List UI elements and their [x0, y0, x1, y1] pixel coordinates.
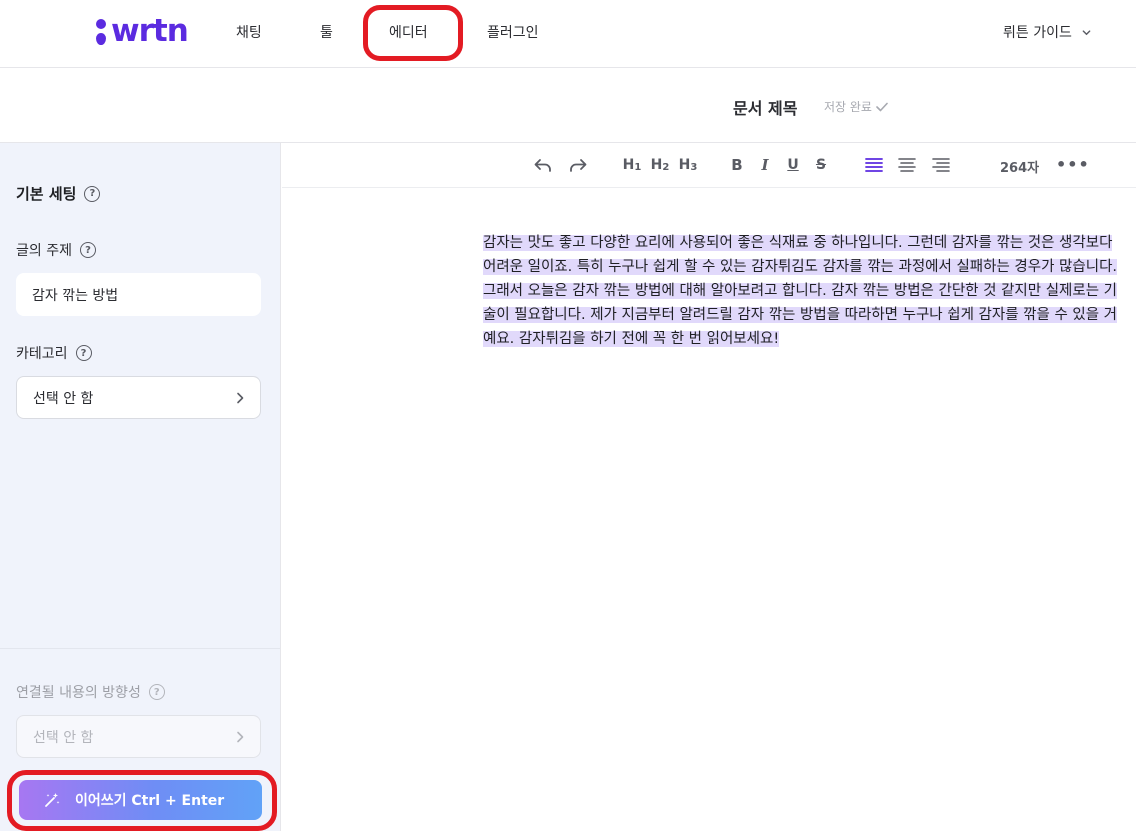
continue-writing-label: 이어쓰기 Ctrl + Enter [75, 793, 225, 809]
align-center-button[interactable] [897, 155, 917, 175]
basic-settings-title: 기본 세팅 ? [16, 183, 101, 204]
heading-2-button[interactable]: H2 [650, 155, 670, 175]
check-icon [876, 102, 888, 111]
heading-1-label: H [622, 157, 635, 173]
guide-menu[interactable]: 뤼튼 가이드 [1003, 22, 1091, 42]
italic-label: I [761, 156, 769, 174]
logo-text: wrtn [111, 13, 189, 49]
help-icon[interactable]: ? [84, 185, 101, 202]
editor-toolbar: H1 H2 H3 B I U S 264자 ••• [282, 143, 1136, 188]
topic-input[interactable]: 감자 깎는 방법 [16, 273, 261, 316]
heading-3-label: H [678, 157, 691, 173]
category-label-row: 카테고리 ? [16, 343, 92, 363]
heading-3-button[interactable]: H3 [678, 155, 698, 175]
topic-label: 글의 주제 [16, 243, 72, 259]
heading-3-level: 3 [690, 161, 698, 173]
category-value: 선택 안 함 [33, 390, 94, 407]
align-right-icon [932, 158, 950, 172]
topic-value: 감자 깎는 방법 [32, 287, 119, 304]
save-status-label: 저장 완료 [824, 100, 872, 114]
heading-1-level: 1 [634, 161, 642, 173]
align-left-button[interactable] [864, 155, 884, 175]
redo-icon [570, 159, 587, 172]
more-options-icon[interactable]: ••• [1056, 155, 1090, 174]
direction-label-row: 연결될 내용의 방향성 ? [16, 682, 165, 702]
italic-button[interactable]: I [756, 155, 774, 175]
direction-label: 연결될 내용의 방향성 [16, 685, 141, 701]
help-icon[interactable]: ? [148, 684, 165, 700]
basic-settings-label: 기본 세팅 [16, 185, 77, 203]
chevron-down-icon [1082, 29, 1091, 35]
document-title-bar: 문서 제목 저장 완료 [0, 69, 1136, 143]
topic-label-row: 글의 주제 ? [16, 240, 96, 260]
bold-button[interactable]: B [728, 155, 746, 175]
underline-label: U [787, 157, 799, 173]
nav-item-tool[interactable]: 툴 [320, 22, 333, 42]
underline-button[interactable]: U [784, 155, 802, 175]
settings-sidebar: 기본 세팅 ? 글의 주제 ? 감자 깎는 방법 카테고리 ? 선택 안 함 연… [0, 143, 281, 831]
undo-button[interactable] [532, 155, 554, 175]
logo-mark-icon [95, 16, 107, 46]
help-icon[interactable]: ? [75, 345, 92, 361]
direction-select[interactable]: 선택 안 함 [16, 715, 261, 758]
bold-label: B [731, 156, 743, 174]
guide-label: 뤼튼 가이드 [1003, 25, 1072, 41]
strikethrough-button[interactable]: S [812, 155, 830, 175]
heading-2-label: H [650, 157, 663, 173]
editor-content[interactable]: 감자는 맛도 좋고 다양한 요리에 사용되어 좋은 식재료 중 하나입니다. 그… [483, 231, 1119, 351]
help-icon[interactable]: ? [79, 242, 96, 258]
heading-2-level: 2 [662, 161, 670, 173]
character-count: 264자 [1000, 161, 1040, 176]
align-right-button[interactable] [931, 155, 951, 175]
top-nav: wrtn 채팅 툴 에디터 플러그인 뤼튼 가이드 [0, 0, 1136, 68]
document-title[interactable]: 문서 제목 [733, 95, 797, 119]
category-label: 카테고리 [16, 346, 68, 362]
category-select[interactable]: 선택 안 함 [16, 376, 261, 419]
continue-writing-button[interactable]: 이어쓰기 Ctrl + Enter [19, 780, 262, 820]
chevron-right-icon [237, 392, 244, 403]
direction-value: 선택 안 함 [33, 729, 94, 746]
align-left-icon [865, 158, 883, 172]
strikethrough-label: S [815, 157, 827, 173]
undo-icon [534, 159, 551, 172]
align-center-icon [898, 158, 916, 172]
save-status: 저장 완료 [824, 98, 888, 115]
chevron-right-icon [237, 731, 244, 742]
nav-item-plugin[interactable]: 플러그인 [487, 22, 539, 42]
nav-item-editor[interactable]: 에디터 [389, 22, 428, 42]
wrtn-logo[interactable]: wrtn [95, 13, 189, 49]
selected-paragraph: 감자는 맛도 좋고 다양한 요리에 사용되어 좋은 식재료 중 하나입니다. 그… [483, 235, 1118, 347]
magic-wand-icon [45, 793, 60, 807]
heading-1-button[interactable]: H1 [622, 155, 642, 175]
nav-item-chat[interactable]: 채팅 [236, 22, 262, 42]
redo-button[interactable] [567, 155, 589, 175]
